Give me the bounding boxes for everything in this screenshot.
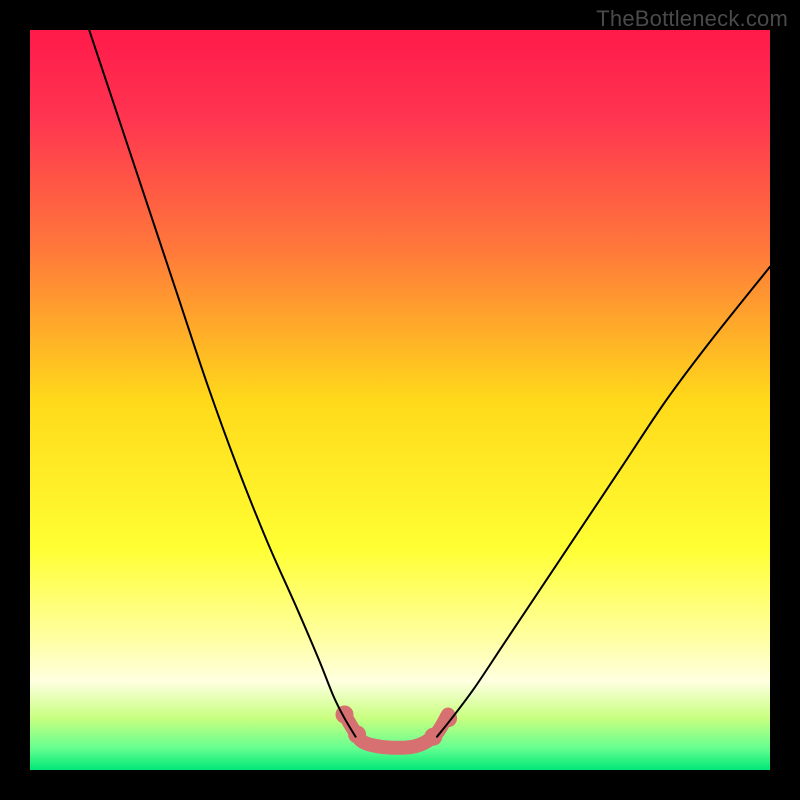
watermark-text: TheBottleneck.com [596, 6, 788, 32]
chart-container: TheBottleneck.com [0, 0, 800, 800]
chart-svg [30, 30, 770, 770]
plot-area [30, 30, 770, 770]
marker-2 [424, 728, 442, 746]
gradient-background [30, 30, 770, 770]
